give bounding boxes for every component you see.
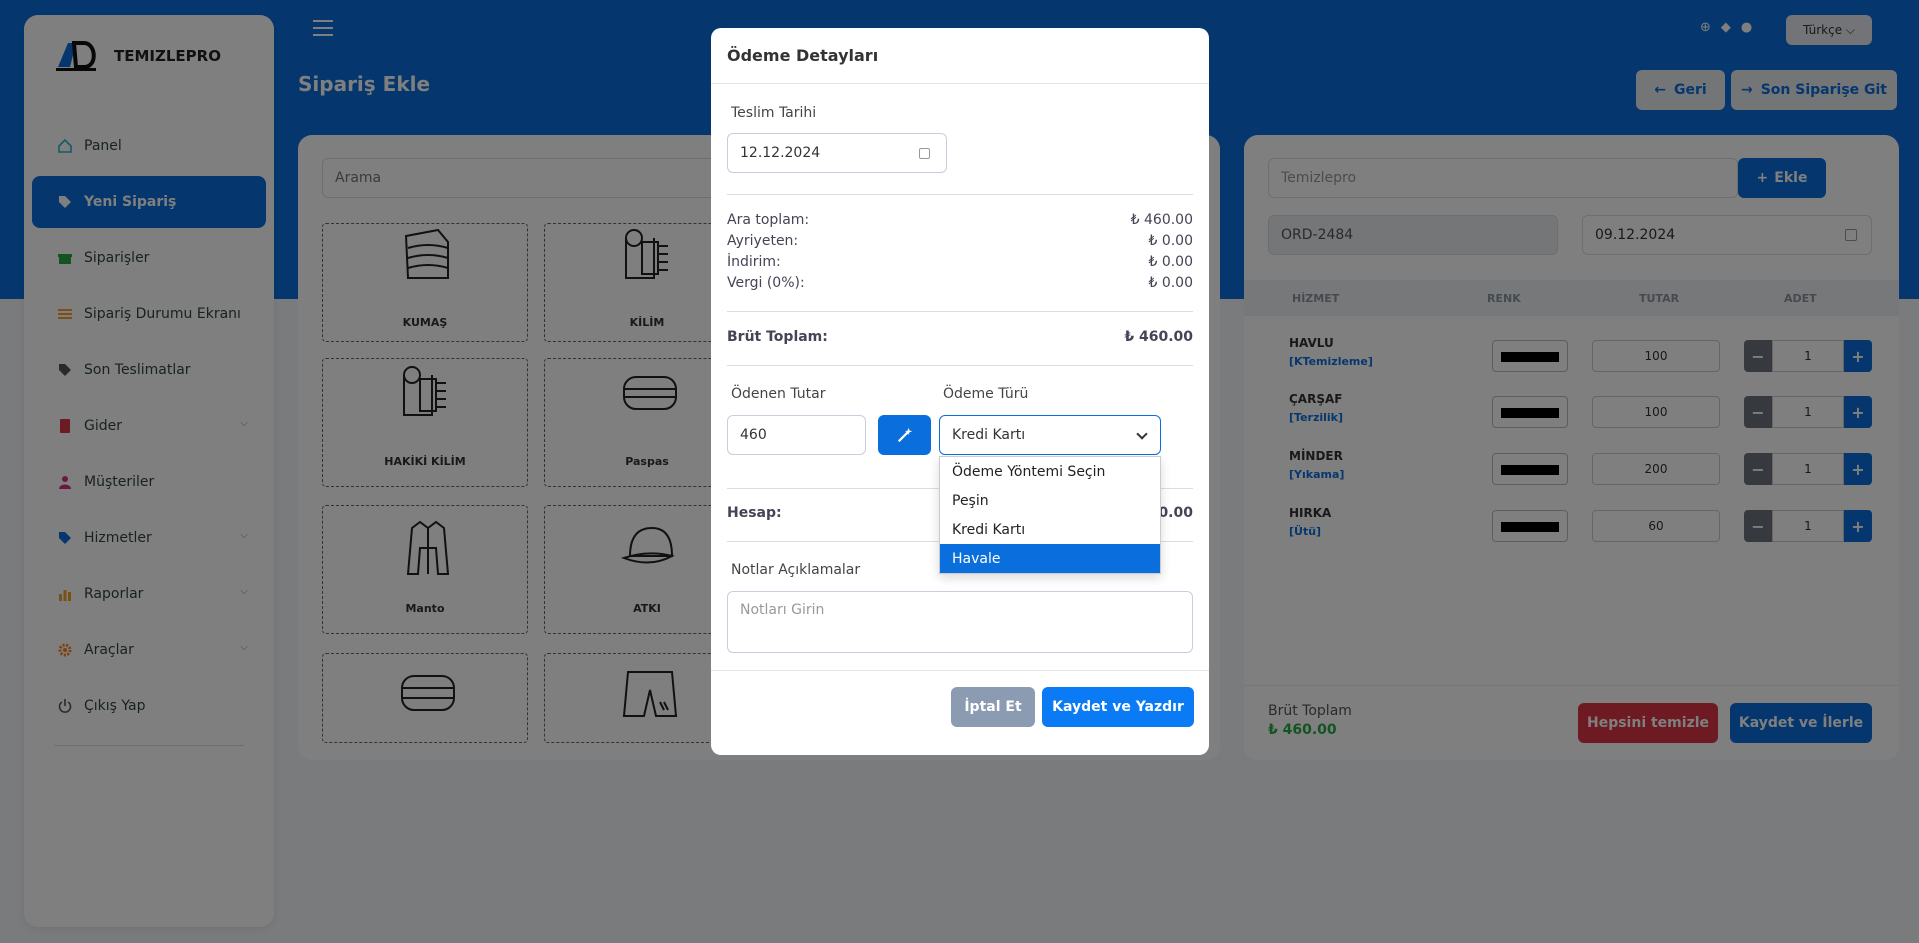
auto-fill-button[interactable] (878, 415, 931, 455)
payment-details-modal: Ödeme Detayları Teslim Tarihi 12.12.2024… (711, 28, 1209, 755)
payment-type-select[interactable]: Kredi Kartı (939, 415, 1161, 455)
extra-label: Ayriyeten: (727, 233, 799, 249)
modal-header: Ödeme Detayları (711, 28, 1209, 84)
tax-label: Vergi (0%): (727, 275, 805, 291)
discount-label: İndirim: (727, 254, 781, 270)
modal-footer: İptal Et Kaydet ve Yazdır (711, 670, 1209, 755)
dropdown-option[interactable]: Kredi Kartı (940, 515, 1160, 544)
paid-amount-label: Ödenen Tutar (731, 386, 826, 402)
discount-value: ₺ 0.00 (1148, 254, 1193, 270)
divider (727, 194, 1193, 195)
payment-type-label: Ödeme Türü (943, 386, 1029, 402)
divider (727, 365, 1193, 366)
delivery-date-value: 12.12.2024 (740, 145, 821, 161)
delivery-date-label: Teslim Tarihi (731, 105, 817, 121)
extra-value: ₺ 0.00 (1148, 233, 1193, 249)
notes-label: Notlar Açıklamalar (731, 562, 861, 578)
gross-total-value: ₺ 460.00 (1124, 329, 1193, 345)
paid-amount-input[interactable]: 460 (727, 415, 866, 455)
subtotal-value: ₺ 460.00 (1130, 212, 1193, 228)
payment-type-value: Kredi Kartı (952, 427, 1026, 443)
divider (727, 311, 1193, 312)
chevron-down-icon (1136, 428, 1148, 440)
calendar-icon[interactable] (919, 148, 930, 159)
payment-type-dropdown: Ödeme Yöntemi Seçin Peşin Kredi Kartı Ha… (939, 456, 1161, 574)
notes-textarea[interactable]: Notları Girin (727, 591, 1193, 653)
dropdown-option-highlighted[interactable]: Havale (940, 544, 1160, 573)
subtotal-label: Ara toplam: (727, 212, 810, 228)
dropdown-option[interactable]: Ödeme Yöntemi Seçin (940, 457, 1160, 486)
dropdown-option[interactable]: Peşin (940, 486, 1160, 515)
delivery-date-input[interactable]: 12.12.2024 (727, 133, 947, 173)
gross-total-label: Brüt Toplam: (727, 329, 828, 345)
account-label: Hesap: (727, 505, 782, 521)
save-and-print-button[interactable]: Kaydet ve Yazdır (1042, 687, 1194, 727)
cancel-button[interactable]: İptal Et (951, 687, 1035, 727)
magic-wand-icon (897, 427, 913, 443)
tax-value: ₺ 0.00 (1148, 275, 1193, 291)
modal-title: Ödeme Detayları (727, 46, 879, 65)
